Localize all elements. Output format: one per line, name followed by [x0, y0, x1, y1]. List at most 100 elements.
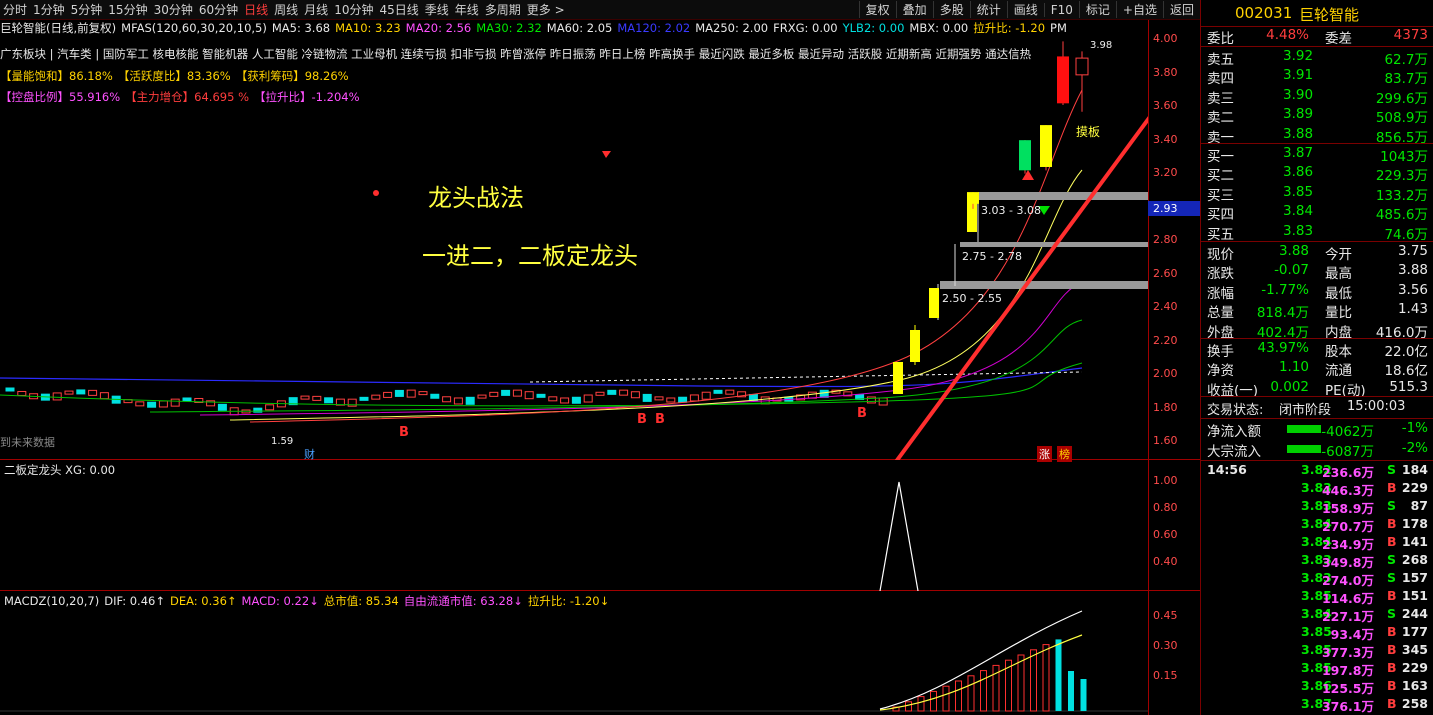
period-tab[interactable]: 季线	[422, 1, 452, 18]
period-tab[interactable]: 5分钟	[68, 1, 106, 18]
candle	[536, 393, 546, 398]
candle	[64, 390, 74, 395]
orderbook-row[interactable]: 买五 3.83 74.6万	[1201, 222, 1433, 243]
axis-tick: 3.40	[1153, 132, 1178, 146]
ma10-label: MA10: 3.23	[335, 21, 401, 35]
period-tab[interactable]: 分时	[0, 1, 30, 18]
stat-label: 现价	[1207, 247, 1234, 263]
period-tab[interactable]: 1分钟	[30, 1, 68, 18]
tick-count: 268	[1401, 552, 1428, 567]
stat-label: 涨跌	[1207, 266, 1234, 283]
stat-value: 3.88	[1397, 262, 1428, 279]
orderbook-row[interactable]: 卖二 3.89 508.9万	[1201, 106, 1433, 127]
candle	[5, 387, 15, 392]
period-tab[interactable]: 更多 >	[524, 1, 568, 18]
orderbook-price: 3.83	[1283, 222, 1314, 239]
period-tab[interactable]: 15分钟	[105, 1, 150, 18]
kline-chart[interactable]: 巨轮智能(日线,前复权) MFAS(120,60,30,20,10,5) MA5…	[0, 20, 1200, 462]
orderbook-row[interactable]: 卖四 3.91 83.7万	[1201, 67, 1433, 88]
tick-count: 244	[1401, 606, 1428, 621]
toolbar-button[interactable]: 画线	[1006, 1, 1044, 18]
orderbook-row[interactable]: 卖五 3.92 62.7万	[1201, 48, 1433, 68]
orderbook-row[interactable]: 卖一 3.88 856.5万	[1201, 125, 1433, 146]
candle	[583, 394, 593, 403]
macd-pane[interactable]: MACDZ(10,20,7) DIF: 0.46↑ DEA: 0.36↑ MAC…	[0, 591, 1200, 715]
candle	[571, 396, 581, 404]
candle[interactable]	[1040, 125, 1052, 167]
period-tab[interactable]: 日线	[241, 1, 271, 18]
candle[interactable]	[967, 192, 979, 204]
toolbar-button[interactable]: 统计	[969, 1, 1007, 18]
tick-row: 3.85 114.6万 B 151	[1201, 588, 1433, 606]
second-board-pane[interactable]: 二板定龙头 XG: 0.00 1.00 0.80 0.60 0.40	[0, 460, 1200, 591]
candle[interactable]	[1075, 57, 1089, 76]
orderbook-row[interactable]: 买四 3.84 485.6万	[1201, 203, 1433, 223]
orderbook-level: 卖四	[1207, 71, 1234, 88]
period-tab[interactable]: 30分钟	[151, 1, 196, 18]
toolbar-button[interactable]: 叠加	[895, 1, 933, 18]
tick-volume: 376.1万	[1321, 699, 1374, 714]
axis-tick: 3.20	[1153, 166, 1178, 179]
toolbar-button[interactable]: 复权	[858, 1, 896, 18]
sector-text: 广东板块 | 汽车类 | 国防军工 核电核能 智能机器 人工智能 冷链物流 工业…	[0, 47, 1032, 61]
orderbook-volume: 1043万	[1380, 149, 1428, 165]
orderbook-level: 买一	[1207, 149, 1234, 165]
zone-bar-1	[978, 192, 1148, 200]
candle	[595, 391, 605, 396]
tick-side: S	[1387, 552, 1397, 567]
candle	[300, 395, 310, 400]
macd-bar	[942, 685, 950, 712]
candle-up[interactable]	[967, 200, 977, 232]
period-tab[interactable]: 月线	[301, 1, 331, 18]
orderbook-row[interactable]: 卖三 3.90 299.6万	[1201, 87, 1433, 107]
macd-canvas	[0, 610, 1148, 712]
toolbar-button[interactable]: +自选	[1115, 1, 1163, 18]
candle	[418, 391, 428, 396]
candle	[689, 394, 699, 402]
macd-bar	[930, 690, 937, 712]
toolbar-button[interactable]: 返回	[1162, 1, 1200, 18]
red-dot-marker	[373, 190, 379, 196]
period-tab[interactable]: 年线	[452, 1, 482, 18]
tick-row: 3.83 349.8万 S 268	[1201, 552, 1433, 570]
mbx-label: MBX: 0.00	[909, 21, 969, 35]
candle-up[interactable]	[910, 330, 920, 362]
period-tab[interactable]: 45日线	[376, 1, 421, 18]
indicator-main-add: 【主力增仓】64.695 %	[125, 90, 249, 104]
orderbook-row[interactable]: 买二 3.86 229.3万	[1201, 164, 1433, 184]
orderbook-row[interactable]: 买三 3.85 133.2万	[1201, 184, 1433, 204]
toolbar-button[interactable]: 多股	[932, 1, 970, 18]
candle-up[interactable]	[929, 288, 939, 318]
orderbook-level: 卖五	[1207, 52, 1234, 68]
tick-row: 3.84 270.7万 B 178	[1201, 516, 1433, 534]
tick-volume: 93.4万	[1330, 627, 1374, 642]
period-tab[interactable]: 周线	[271, 1, 301, 18]
trade-status-row: 交易状态: 闭市阶段 15:00:03	[1201, 399, 1433, 418]
axis-tick: 2.80	[1153, 233, 1178, 246]
tick-volume: 125.5万	[1321, 681, 1374, 696]
stat-label: 今开	[1325, 247, 1352, 263]
toolbar-button[interactable]: 标记	[1078, 1, 1116, 18]
touban-label: 摸板	[1076, 125, 1101, 139]
tick-row: 3.83 446.3万 B 229	[1201, 480, 1433, 498]
period-tab[interactable]: 10分钟	[331, 1, 376, 18]
candle	[265, 404, 275, 411]
period-tab[interactable]: 多周期	[482, 1, 524, 18]
candle	[630, 391, 640, 399]
orderbook-price: 3.89	[1283, 106, 1314, 123]
macd-bar	[1030, 649, 1037, 712]
period-tab[interactable]: 60分钟	[196, 1, 241, 18]
candle-up[interactable]	[893, 362, 903, 394]
tick-side: S	[1387, 570, 1397, 585]
stat-value: 818.4万	[1256, 305, 1309, 322]
candle[interactable]	[1057, 56, 1069, 104]
toolbar-button[interactable]: F10	[1043, 2, 1079, 17]
orderbook-volume: 62.7万	[1384, 52, 1428, 68]
orderbook-price: 3.88	[1283, 125, 1314, 142]
macd-bar	[967, 675, 975, 712]
candle[interactable]	[1019, 140, 1031, 171]
stat-row: 换手 43.97% 股本 22.0亿	[1201, 340, 1433, 360]
orderbook-volume: 508.9万	[1375, 110, 1428, 127]
orderbook-row[interactable]: 买一 3.87 1043万	[1201, 145, 1433, 165]
ma5-label: MA5: 3.68	[271, 21, 331, 35]
